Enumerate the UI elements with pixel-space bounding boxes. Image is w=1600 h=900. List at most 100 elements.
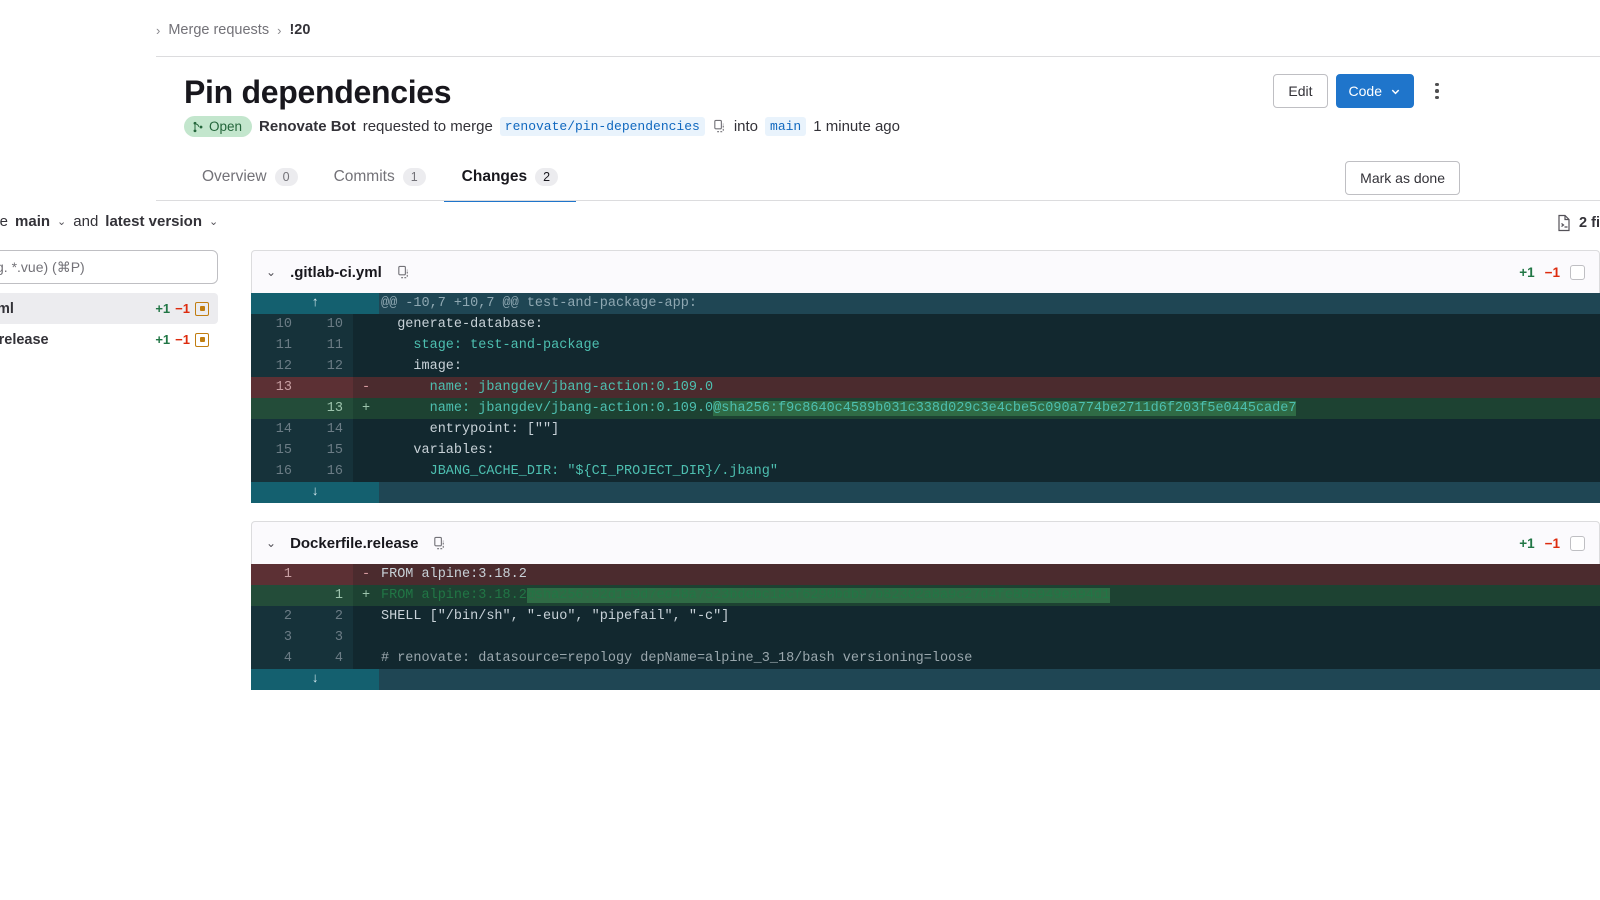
tab-changes[interactable]: Changes 2 [443, 160, 577, 202]
diff-deletions: −1 [1544, 264, 1560, 280]
line-content: SHELL ["/bin/sh", "-euo", "pipefail", "-… [381, 609, 730, 624]
new-line-number: 14 [302, 419, 353, 440]
diff-line: 2 2 SHELL ["/bin/sh", "-euo", "pipefail"… [251, 606, 1600, 627]
expand-up-button[interactable]: ↑ [251, 293, 379, 314]
file-tree-item-dockerfile-release[interactable]: rfile.release +1 −1 [0, 324, 218, 355]
file-tree-item-stats: +1 −1 [155, 301, 209, 316]
line-sign [353, 606, 379, 627]
diff-deletions: −1 [1544, 535, 1560, 551]
file-modified-icon [195, 332, 209, 347]
new-line-number: 11 [302, 335, 353, 356]
diff-card-gitlab-ci: ⌄ .gitlab-ci.yml +1 −1 ↑ @@ -10,7 +10,7 … [251, 250, 1600, 503]
copy-branch-icon[interactable] [712, 119, 727, 134]
more-actions-button[interactable] [1422, 75, 1452, 107]
line-content: stage: test-and-package [381, 338, 600, 353]
breadcrumb-separator: › [156, 22, 161, 38]
line-sign [353, 335, 379, 356]
compare-bar: pare main ⌄ and latest version ⌄ [0, 213, 218, 230]
breadcrumb: › Merge requests › !20 [156, 22, 310, 38]
line-sign [353, 627, 379, 648]
file-tree-item-gitlab-ci[interactable]: -ci.yml +1 −1 [0, 293, 218, 324]
diff-viewed-checkbox[interactable] [1570, 264, 1585, 280]
line-content: variables: [381, 443, 495, 458]
tab-changes-count: 2 [535, 168, 559, 186]
edit-button[interactable]: Edit [1273, 74, 1328, 108]
chevron-down-icon [1391, 89, 1400, 94]
tab-changes-label: Changes [461, 168, 528, 185]
compare-source-chevron-icon[interactable]: ⌄ [57, 215, 66, 228]
new-line-number: 16 [302, 461, 353, 482]
compare-target-chevron-icon[interactable]: ⌄ [209, 215, 218, 228]
old-line-number: 3 [251, 627, 302, 648]
breadcrumb-current-mr[interactable]: !20 [289, 22, 310, 38]
line-sign: - [361, 380, 371, 395]
compare-target-version[interactable]: latest version [105, 213, 202, 230]
diff-line: 15 15 variables: [251, 440, 1600, 461]
timestamp: 1 minute ago [813, 118, 900, 135]
merge-request-page: › Merge requests › !20 Pin dependencies … [0, 0, 1600, 900]
compare-conjunction: and [73, 213, 99, 230]
tab-overview[interactable]: Overview 0 [184, 160, 316, 202]
line-content: FROM alpine:3.18.2 [381, 567, 527, 582]
line-sign: - [361, 567, 371, 582]
line-content: image: [381, 359, 463, 374]
copy-path-icon[interactable] [396, 265, 411, 280]
breadcrumb-separator-2: › [277, 22, 282, 38]
new-line-number: 1 [302, 585, 353, 606]
expand-down-button[interactable]: ↓ [251, 482, 379, 503]
old-line-number: 2 [251, 606, 302, 627]
file-tree-item-name: rfile.release [0, 331, 49, 348]
diff-additions: +1 [1519, 535, 1535, 551]
diff-line-added: 1 + FROM alpine:3.18.2@sha256:82d1e9d7ed… [251, 585, 1600, 606]
author-name[interactable]: Renovate Bot [259, 118, 356, 135]
diff-body: ↑ @@ -10,7 +10,7 @@ test-and-package-app… [251, 293, 1600, 503]
tab-overview-count: 0 [274, 168, 298, 186]
compare-source-branch[interactable]: main [15, 213, 50, 230]
line-sign [353, 648, 379, 669]
file-search-input[interactable] [0, 250, 218, 284]
diff-footer-row: ↓ [251, 669, 1600, 690]
new-line-number: 12 [302, 356, 353, 377]
copy-path-icon[interactable] [432, 536, 447, 551]
old-line-number: 11 [251, 335, 302, 356]
new-line-number: 10 [302, 314, 353, 335]
breadcrumb-merge-requests[interactable]: Merge requests [168, 22, 269, 38]
code-dropdown-button[interactable]: Code [1335, 74, 1414, 108]
diff-body: 1 - FROM alpine:3.18.2 1 + FROM alpine:3… [251, 564, 1600, 690]
diff-hunk-header-text: @@ -10,7 +10,7 @@ test-and-package-app: [381, 296, 697, 311]
merge-request-tabs: Overview 0 Commits 1 Changes 2 [184, 160, 577, 202]
status-badge: Open [184, 116, 253, 137]
merge-request-meta: Open Renovate Bot requested to merge ren… [184, 116, 900, 137]
diff-viewed-checkbox[interactable] [1570, 535, 1585, 551]
mark-as-done-button[interactable]: Mark as done [1345, 161, 1460, 195]
line-sign [353, 356, 379, 377]
diff-line-removed: 13 - name: jbangdev/jbang-action:0.109.0 [251, 377, 1600, 398]
old-line-number [251, 585, 302, 606]
diff-additions: +1 [1519, 264, 1535, 280]
code-button-label: Code [1348, 83, 1382, 99]
compare-prefix: pare [0, 213, 9, 230]
diff-filename: Dockerfile.release [290, 534, 419, 552]
source-branch[interactable]: renovate/pin-dependencies [499, 117, 705, 136]
line-sign: + [361, 401, 371, 416]
collapse-chevron-icon[interactable]: ⌄ [266, 536, 276, 550]
diff-line: 16 16 JBANG_CACHE_DIR: "${CI_PROJECT_DIR… [251, 461, 1600, 482]
diff-footer-row: ↓ [251, 482, 1600, 503]
line-added-highlight: @sha256:82d1e9d7ed48a7523bdebc18cf6290bd… [526, 588, 1111, 603]
header-divider [156, 56, 1600, 57]
old-line-number: 4 [251, 648, 302, 669]
old-line-number: 13 [251, 377, 302, 398]
target-branch[interactable]: main [765, 117, 807, 136]
diff-line: 11 11 stage: test-and-package [251, 335, 1600, 356]
file-additions: +1 [155, 301, 171, 316]
diff-line: 4 4 # renovate: datasource=repology depN… [251, 648, 1600, 669]
diff-card-dockerfile-release: ⌄ Dockerfile.release +1 −1 1 - FROM alpi… [251, 521, 1600, 690]
line-content: name: jbangdev/jbang-action:0.109.0 [381, 380, 714, 395]
collapse-chevron-icon[interactable]: ⌄ [266, 265, 276, 279]
expand-down-button[interactable]: ↓ [251, 669, 379, 690]
diff-line: 14 14 entrypoint: [""] [251, 419, 1600, 440]
file-icon [1558, 214, 1570, 232]
old-line-number: 16 [251, 461, 302, 482]
merge-action-text: requested to merge [362, 118, 493, 135]
tab-commits[interactable]: Commits 1 [316, 160, 444, 202]
